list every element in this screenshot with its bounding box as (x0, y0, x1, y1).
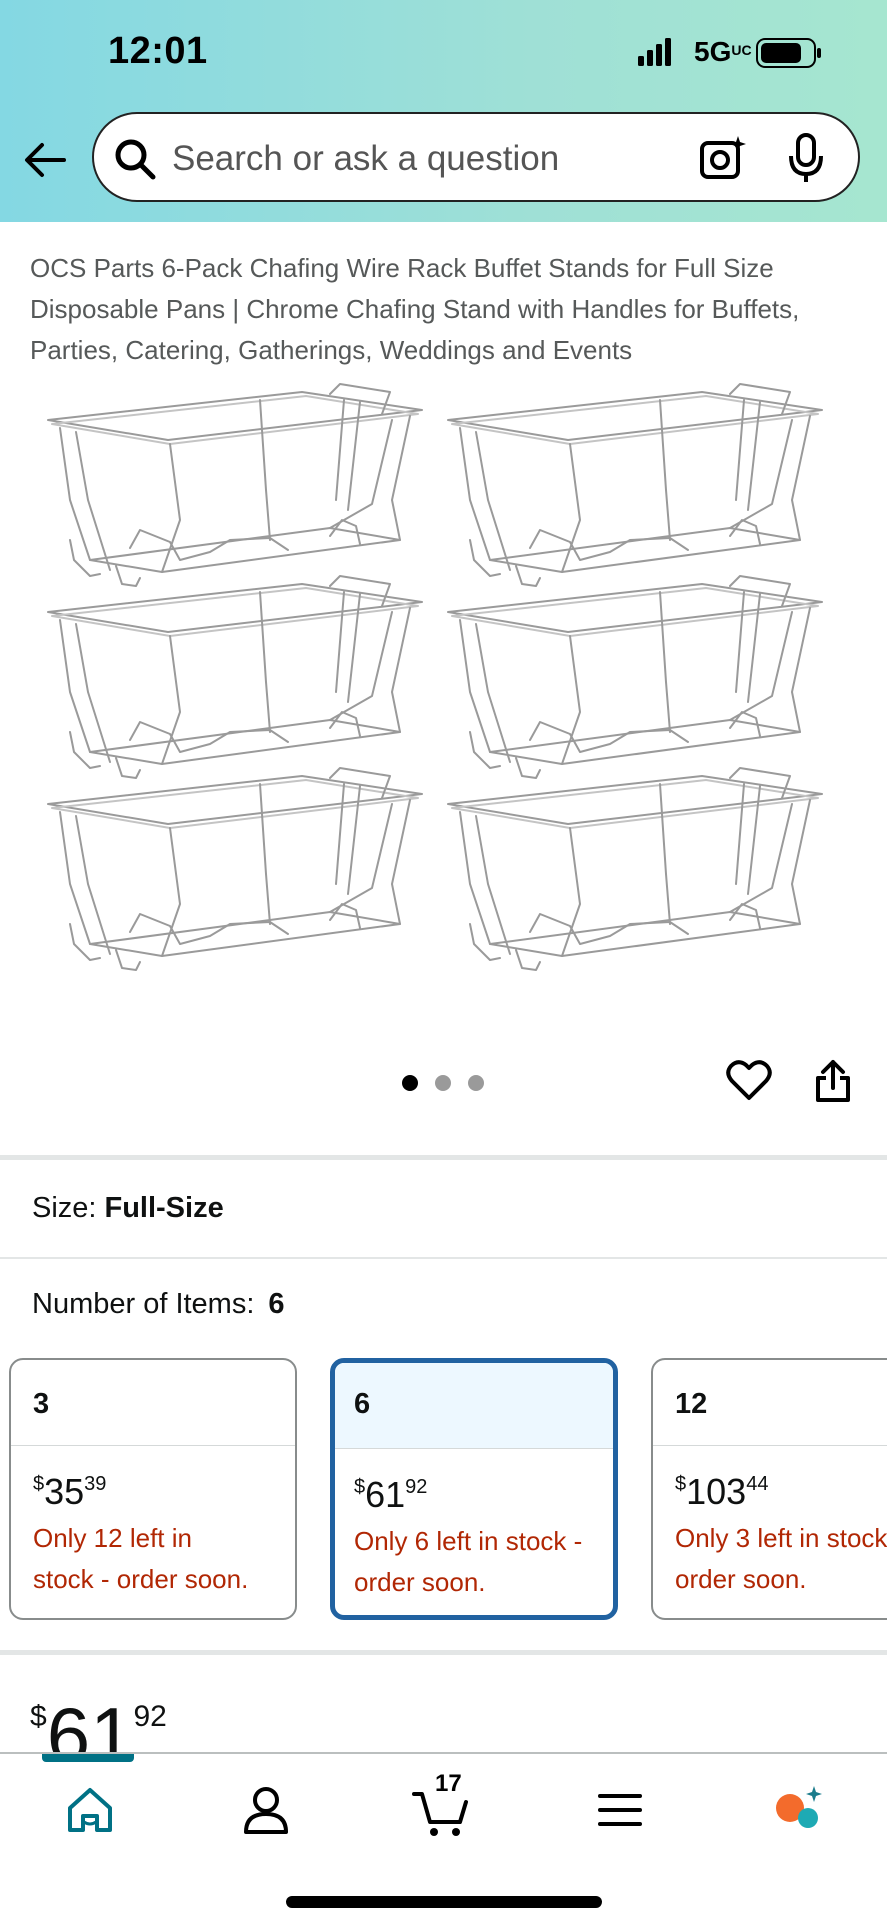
network-type: 5GUC (694, 36, 752, 67)
size-selector[interactable]: Size: Full-Size (32, 1192, 224, 1225)
number-of-items-label: Number of Items: (32, 1288, 255, 1320)
back-arrow-icon[interactable] (22, 140, 68, 180)
option-price: $10344 (675, 1471, 769, 1512)
size-label: Size: (32, 1192, 97, 1224)
section-divider (0, 1650, 887, 1655)
carousel-dot[interactable] (435, 1075, 451, 1091)
search-input[interactable]: Search or ask a question (172, 139, 559, 179)
item-option-card[interactable]: 12 $10344 Only 3 left in stock - order s… (651, 1358, 887, 1620)
section-divider (0, 1155, 887, 1160)
number-of-items: Number of Items: 6 (32, 1288, 285, 1321)
section-divider (0, 1257, 887, 1259)
carousel-dot[interactable] (402, 1075, 418, 1091)
search-icon (115, 139, 156, 180)
option-quantity: 12 (653, 1360, 887, 1446)
product-price: $6192 (30, 1691, 167, 1760)
battery-icon (756, 38, 821, 68)
search-bar[interactable]: Search or ask a question (92, 112, 860, 202)
active-tab-indicator (42, 1754, 134, 1762)
status-time: 12:01 (108, 30, 208, 72)
bottom-navigation: 17 (0, 1752, 887, 1920)
home-indicator[interactable] (286, 1896, 602, 1908)
heart-icon[interactable] (726, 1058, 772, 1102)
image-carousel-dots[interactable] (402, 1075, 492, 1095)
option-stock-warning: Only 12 left in stock - order soon. (33, 1523, 249, 1594)
microphone-icon[interactable] (788, 132, 824, 184)
top-header: 12:01 5GUC Search or ask a question (0, 0, 887, 222)
account-icon[interactable] (236, 1780, 296, 1840)
product-title[interactable]: OCS Parts 6-Pack Chafing Wire Rack Buffe… (30, 248, 860, 371)
option-price: $6192 (354, 1474, 428, 1515)
cellular-signal-icon (638, 38, 671, 66)
camera-lens-icon[interactable] (698, 134, 746, 182)
menu-icon[interactable] (590, 1780, 650, 1840)
option-price: $3539 (33, 1471, 107, 1512)
option-stock-warning: Only 6 left in stock - order soon. (354, 1526, 583, 1597)
home-icon[interactable] (60, 1780, 120, 1840)
rufus-icon[interactable] (768, 1780, 828, 1840)
option-stock-warning: Only 3 left in stock - order soon. (675, 1523, 887, 1594)
size-value: Full-Size (104, 1192, 224, 1224)
option-quantity: 3 (11, 1360, 295, 1446)
cart-count-badge: 17 (435, 1770, 462, 1797)
carousel-dot[interactable] (468, 1075, 484, 1091)
option-quantity: 6 (335, 1363, 613, 1449)
number-of-items-value: 6 (268, 1288, 285, 1320)
product-image[interactable] (30, 380, 850, 1000)
share-icon[interactable] (814, 1058, 852, 1104)
item-option-card[interactable]: 3 $3539 Only 12 left in stock - order so… (9, 1358, 297, 1620)
item-option-card-selected[interactable]: 6 $6192 Only 6 left in stock - order soo… (330, 1358, 618, 1620)
